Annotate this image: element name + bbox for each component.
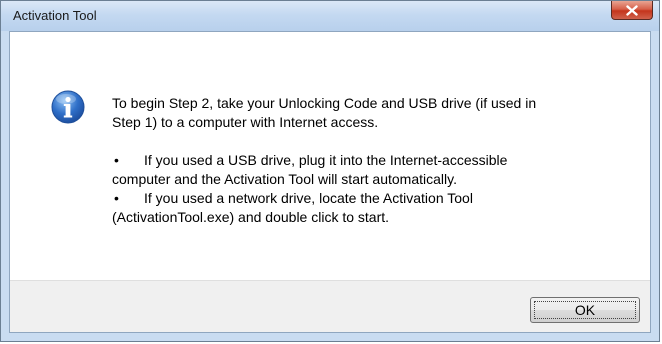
bullet-usb-line-1: If you used a USB drive, plug it into th… — [144, 152, 508, 168]
ok-button[interactable]: OK — [530, 297, 640, 323]
dialog-window: Activation Tool To begin Step 2, take yo… — [0, 0, 660, 342]
bullet-item-network: • If you used a network drive, locate th… — [112, 189, 632, 208]
title-bar[interactable]: Activation Tool — [1, 1, 659, 31]
message-panel: To begin Step 2, take your Unlocking Cod… — [10, 32, 650, 280]
bullet-usb-line-2: computer and the Activation Tool will st… — [112, 171, 457, 187]
bullet-mark: • — [114, 152, 119, 168]
focus-rectangle — [534, 301, 636, 319]
bullet-mark: • — [114, 190, 119, 206]
window-title: Activation Tool — [13, 8, 97, 23]
close-icon — [626, 4, 638, 16]
bullet-network-line-2: (ActivationTool.exe) and double click to… — [112, 209, 390, 225]
bullet-network-line-1: If you used a network drive, locate the … — [144, 190, 473, 206]
information-icon — [51, 90, 85, 124]
button-strip: OK — [10, 280, 650, 332]
message-text: To begin Step 2, take your Unlocking Cod… — [112, 94, 632, 227]
dialog-content: To begin Step 2, take your Unlocking Cod… — [9, 31, 651, 333]
message-line-2: Step 1) to a computer with Internet acce… — [112, 114, 379, 130]
message-line-1: To begin Step 2, take your Unlocking Cod… — [112, 95, 537, 111]
close-button[interactable] — [611, 1, 653, 20]
bullet-item-usb: • If you used a USB drive, plug it into … — [112, 151, 632, 170]
